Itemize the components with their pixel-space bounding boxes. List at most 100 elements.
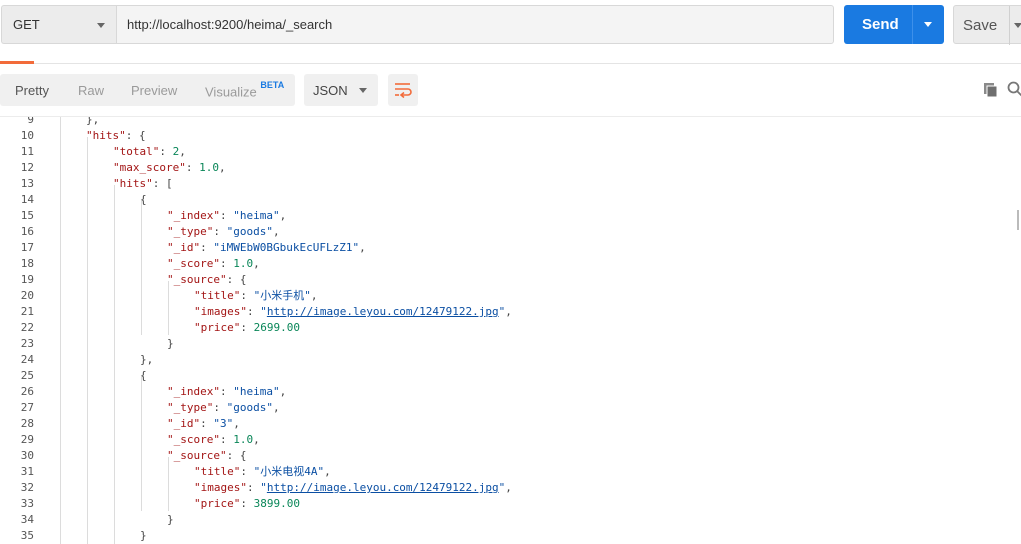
code-token: " — [260, 305, 267, 318]
code-token: , — [324, 465, 331, 478]
code-token: "小米手机" — [253, 289, 311, 302]
code-token: "title" — [194, 465, 241, 478]
response-body[interactable]: 9}, 10 "hits": {11 "total": 2, 12 "max_score"… — [0, 117, 1021, 544]
code-token: , — [279, 209, 287, 222]
code-text: "max_score": 1.0, — [113, 160, 226, 176]
code-line: 23} — [0, 336, 1021, 352]
chevron-down-icon[interactable] — [924, 22, 932, 27]
code-text: }, — [86, 117, 99, 128]
code-line: 25 { — [0, 368, 1021, 384]
chevron-down-icon — [359, 88, 367, 93]
code-text: "_id": "3", — [167, 416, 240, 432]
code-token: , — [310, 289, 318, 302]
code-token: "goods" — [226, 401, 273, 414]
code-text: "images": "http://image.leyou.com/124791… — [194, 304, 512, 320]
code-text: "_source": { — [167, 448, 246, 464]
code-text: "_type": "goods", — [167, 400, 280, 416]
url-link[interactable]: http://image.leyou.com/12479122.jpg — [267, 481, 499, 494]
tab-preview[interactable]: Preview — [131, 83, 177, 98]
code-token: , — [253, 433, 260, 446]
code-text: "images": "http://image.leyou.com/124791… — [194, 480, 512, 496]
save-label: Save — [963, 17, 998, 34]
code-text: }, — [140, 352, 153, 368]
code-line: 13 "hits": [ — [0, 176, 1021, 192]
code-token: , — [233, 417, 240, 430]
code-line: 35} — [0, 528, 1021, 544]
code-token: : — [240, 465, 254, 478]
code-text: "_source": { — [167, 272, 246, 288]
code-token: : { — [226, 449, 247, 462]
code-text: "_score": 1.0, — [167, 256, 260, 272]
line-number: 20 — [20, 289, 34, 302]
chevron-down-icon[interactable] — [1014, 23, 1021, 28]
code-line: 33 "price": 3899.00 — [0, 496, 1021, 512]
format-select[interactable]: JSON — [304, 74, 378, 106]
code-token: } — [140, 529, 147, 542]
line-number: 31 — [20, 465, 34, 478]
code-token: "_id" — [167, 241, 201, 254]
code-line: 10 "hits": { — [0, 128, 1021, 144]
code-line: 30 "_source": { — [0, 448, 1021, 464]
code-token: "_type" — [167, 401, 214, 414]
format-label: JSON — [313, 83, 348, 98]
send-button[interactable]: Send — [844, 5, 944, 44]
line-number: 17 — [20, 241, 34, 254]
code-token: "3" — [213, 417, 234, 430]
url-input[interactable]: http://localhost:9200/heima/_search — [116, 5, 834, 44]
line-number: 30 — [20, 449, 34, 462]
section-divider — [0, 63, 1021, 64]
code-token: "_score" — [167, 257, 220, 270]
code-line: 21 "images": "http://image.leyou.com/1247… — [0, 304, 1021, 320]
code-line: 14 { — [0, 192, 1021, 208]
code-token: : — [219, 433, 234, 446]
code-line: 27 "_type": "goods", — [0, 400, 1021, 416]
code-token: }, — [86, 117, 100, 126]
url-link[interactable]: http://image.leyou.com/12479122.jpg — [267, 305, 499, 318]
code-token: "images" — [194, 481, 247, 494]
code-token: , — [272, 225, 280, 238]
code-line: 19 "_source": { — [0, 272, 1021, 288]
line-number: 35 — [20, 529, 34, 542]
code-token: 2699.00 — [253, 321, 300, 334]
code-token: : — [159, 145, 173, 158]
tab-visualize[interactable]: Visualize BETA — [205, 80, 284, 99]
code-token: : { — [226, 273, 247, 286]
send-label: Send — [862, 16, 899, 33]
code-line: 31 "title": "小米电视4A", — [0, 464, 1021, 480]
view-tabs: Pretty Raw Preview Visualize BETA — [0, 74, 295, 106]
copy-icon[interactable] — [983, 82, 999, 98]
code-token: : — [213, 225, 227, 238]
code-token: "hits" — [86, 129, 126, 142]
code-token: "total" — [113, 145, 160, 158]
tab-pretty[interactable]: Pretty — [15, 83, 49, 98]
code-line: 28 "_id": "3", — [0, 416, 1021, 432]
response-toolbar: Pretty Raw Preview Visualize BETA JSON — [0, 74, 1021, 106]
code-token: "_source" — [167, 273, 227, 286]
code-token: : [ — [152, 177, 173, 190]
code-token: "max_score" — [113, 161, 186, 174]
line-number: 25 — [20, 369, 34, 382]
line-number: 9 — [27, 117, 34, 126]
code-text: "total": 2, — [113, 144, 186, 160]
line-number: 27 — [20, 401, 34, 414]
code-token: "heima" — [233, 209, 280, 222]
line-number: 29 — [20, 433, 34, 446]
chevron-down-icon — [97, 23, 105, 28]
save-button[interactable]: Save — [953, 5, 1021, 45]
code-text: "hits": [ — [113, 176, 173, 192]
code-token: , — [505, 481, 512, 494]
tab-raw[interactable]: Raw — [78, 83, 104, 98]
wrap-lines-button[interactable] — [388, 74, 418, 106]
line-number: 26 — [20, 385, 34, 398]
code-token: "_source" — [167, 449, 227, 462]
search-icon[interactable] — [1007, 81, 1021, 97]
scrollbar-thumb[interactable] — [1017, 210, 1019, 230]
request-bar: GET http://localhost:9200/heima/_search … — [0, 0, 1021, 52]
code-token: "goods" — [226, 225, 273, 238]
code-token: "title" — [194, 289, 241, 302]
method-select[interactable]: GET — [1, 5, 116, 44]
code-line: 9}, — [0, 117, 1021, 128]
code-line: 32 "images": "http://image.leyou.com/1247… — [0, 480, 1021, 496]
code-line: 24}, — [0, 352, 1021, 368]
code-line: 17 "_id": "iMWEbW0BGbukEcUFLzZ1", — [0, 240, 1021, 256]
